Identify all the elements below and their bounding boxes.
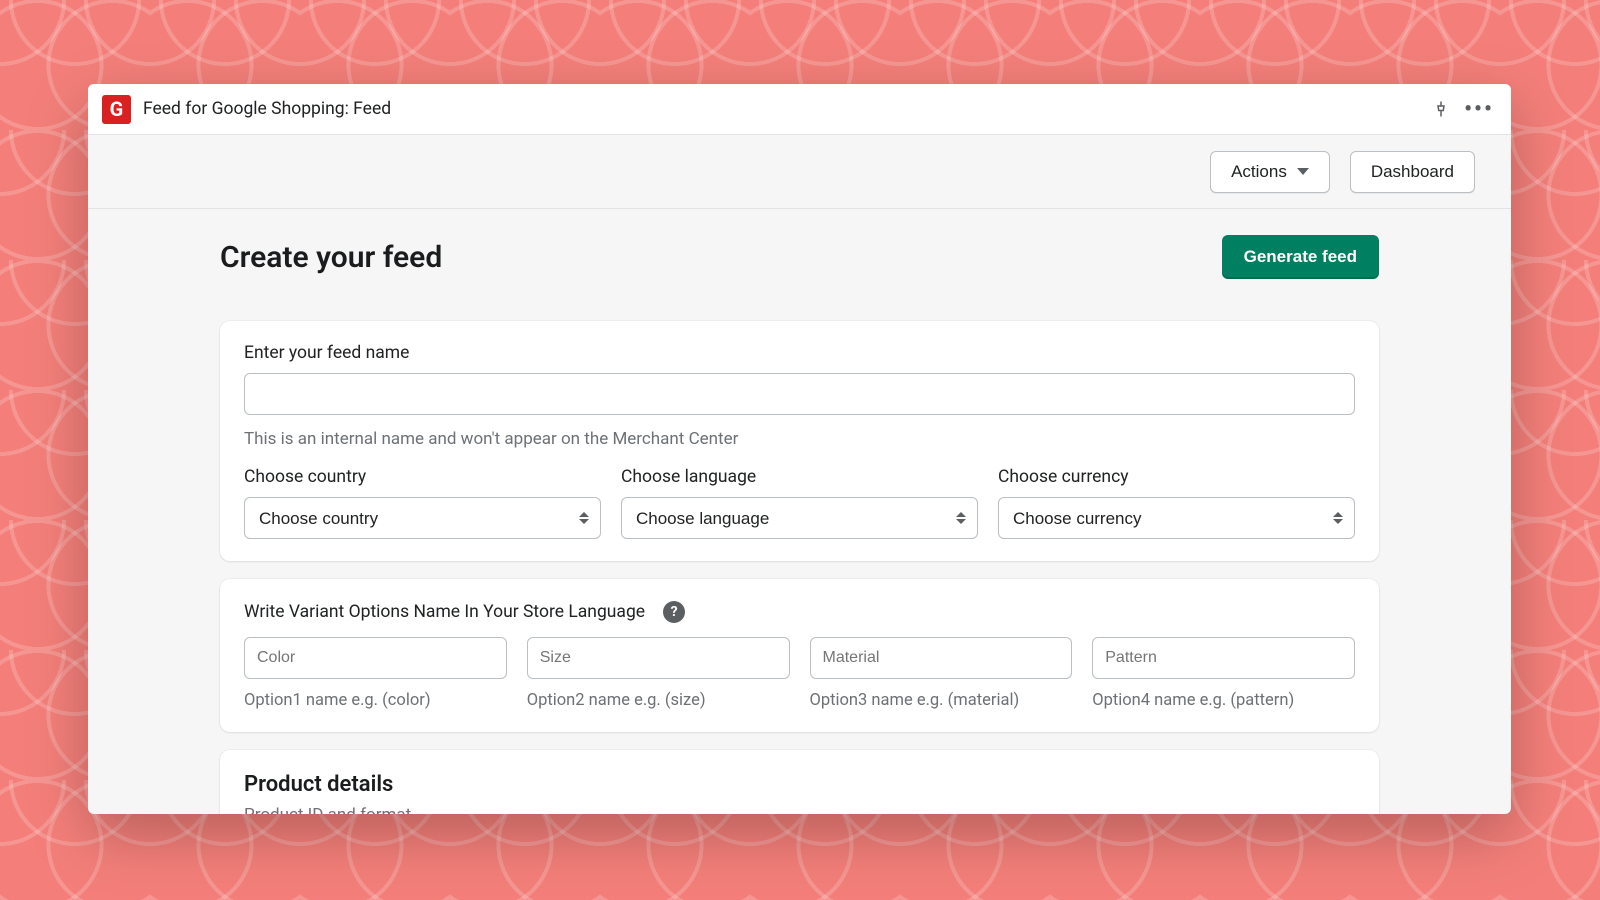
currency-field: Choose currency Choose currency [998,467,1355,539]
product-details-title: Product details [244,772,1355,797]
actions-label: Actions [1231,162,1287,182]
select-sort-icon [956,512,966,524]
country-field: Choose country Choose country [244,467,601,539]
language-field: Choose language Choose language [621,467,978,539]
app-logo-icon: G [102,95,131,124]
help-icon[interactable]: ? [663,601,685,623]
app-title: Feed for Google Shopping: Feed [143,99,391,119]
option4-input[interactable] [1092,637,1355,679]
variant-options-card: Write Variant Options Name In Your Store… [220,579,1379,732]
dashboard-label: Dashboard [1371,162,1454,182]
country-select[interactable]: Choose country [244,497,601,539]
language-label: Choose language [621,467,978,487]
generate-feed-button[interactable]: Generate feed [1222,235,1379,279]
option2-input[interactable] [527,637,790,679]
currency-label: Choose currency [998,467,1355,487]
variant-options-heading: Write Variant Options Name In Your Store… [244,602,645,622]
action-bar: Actions Dashboard [88,135,1511,209]
more-icon[interactable]: ••• [1463,93,1495,125]
country-label: Choose country [244,467,601,487]
option1-input[interactable] [244,637,507,679]
language-select[interactable]: Choose language [621,497,978,539]
title-bar: G Feed for Google Shopping: Feed ••• [88,84,1511,135]
select-sort-icon [1333,512,1343,524]
option3-hint: Option3 name e.g. (material) [810,691,1073,710]
currency-select[interactable]: Choose currency [998,497,1355,539]
option3-input[interactable] [810,637,1073,679]
option1-hint: Option1 name e.g. (color) [244,691,507,710]
select-sort-icon [579,512,589,524]
chevron-down-icon [1297,168,1309,175]
dashboard-button[interactable]: Dashboard [1350,151,1475,193]
content-area: Create your feed Generate feed Enter you… [88,209,1511,814]
product-details-card: Product details Product ID and format [220,750,1379,814]
feed-name-help: This is an internal name and won't appea… [244,429,1355,449]
option2-hint: Option2 name e.g. (size) [527,691,790,710]
product-details-sub: Product ID and format [244,805,1355,814]
page-header: Create your feed Generate feed [220,235,1379,279]
app-window: G Feed for Google Shopping: Feed ••• Act… [88,84,1511,814]
actions-button[interactable]: Actions [1210,151,1330,193]
page-title: Create your feed [220,240,442,275]
option4-hint: Option4 name e.g. (pattern) [1092,691,1355,710]
feed-basics-card: Enter your feed name This is an internal… [220,321,1379,561]
feed-name-input[interactable] [244,373,1355,415]
feed-name-label: Enter your feed name [244,343,1355,363]
pin-icon[interactable] [1425,93,1457,125]
